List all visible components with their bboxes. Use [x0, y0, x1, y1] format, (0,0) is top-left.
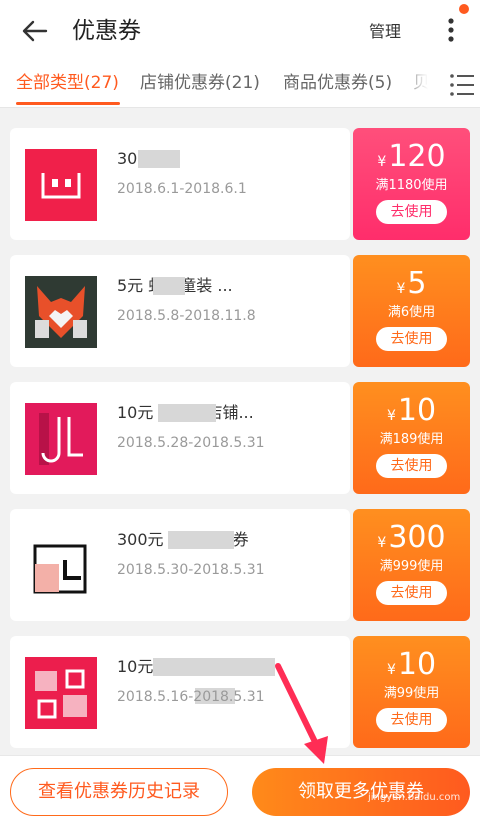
top-bar: 优惠券 管理	[0, 0, 480, 62]
coupon-type-tabs: 全部类型(27) 店铺优惠券(21) 商品优惠券(5) 贝	[0, 62, 480, 108]
coupon-card[interactable]: 300元 商品优惠券 2018.5.30-2018.5.31 ¥300 满999…	[10, 509, 470, 621]
bottom-action-bar: 查看优惠券历史记录 领取更多优惠券	[0, 755, 480, 825]
coupon-amount: 10	[397, 647, 437, 682]
tab-shop-coupons[interactable]: 店铺优惠券(21)	[140, 70, 260, 96]
view-coupon-history-button[interactable]: 查看优惠券历史记录	[10, 768, 228, 816]
coupon-card[interactable]: 5元 虾米童装 ... 2018.5.8-2018.11.8 ¥5 满6使用 去…	[10, 255, 470, 367]
watermark-text: jingyan.baidu.com	[368, 792, 461, 803]
coupon-name: 5元 虾米童装 ...	[117, 276, 233, 295]
coupon-value-panel: ¥300 满999使用 去使用	[353, 509, 470, 621]
coupon-value-panel: ¥5 满6使用 去使用	[353, 255, 470, 367]
coupon-date: 2018.5.16-2018.5.31	[117, 689, 265, 705]
redacted-text	[158, 404, 216, 422]
notification-dot	[459, 4, 469, 14]
coupon-condition: 满189使用	[379, 432, 444, 447]
use-coupon-button[interactable]: 去使用	[376, 708, 447, 732]
currency-symbol: ¥	[396, 281, 406, 297]
more-vertical-icon[interactable]	[441, 14, 461, 46]
list-menu-icon[interactable]	[448, 72, 476, 98]
use-coupon-button[interactable]: 去使用	[376, 200, 447, 224]
coupon-amount: 5	[407, 266, 427, 301]
currency-symbol: ¥	[377, 535, 387, 551]
currency-symbol: ¥	[377, 154, 387, 170]
coupon-condition: 满99使用	[383, 686, 440, 701]
page-title: 优惠券	[72, 18, 141, 44]
redacted-text	[153, 658, 275, 676]
redacted-text	[168, 531, 234, 549]
tab-fade	[400, 62, 440, 107]
coupon-amount: 300	[388, 520, 446, 555]
active-tab-indicator	[16, 102, 120, 105]
shop-logo	[25, 149, 97, 221]
coupon-date: 2018.5.30-2018.5.31	[117, 562, 265, 578]
tab-all-types[interactable]: 全部类型(27)	[16, 70, 119, 96]
coupon-info: 5元 虾米童装 ... 2018.5.8-2018.11.8	[10, 255, 350, 367]
coupon-name: 10元 旗舰店店铺...	[117, 403, 254, 422]
tab-product-coupons[interactable]: 商品优惠券(5)	[283, 70, 392, 96]
back-arrow-icon[interactable]	[20, 16, 50, 46]
redacted-text	[138, 150, 180, 168]
manage-button[interactable]: 管理	[369, 19, 401, 45]
coupon-date: 2018.6.1-2018.6.1	[117, 181, 247, 197]
shop-logo	[25, 276, 97, 348]
coupon-info: 300元 商品优惠券 2018.5.30-2018.5.31	[10, 509, 350, 621]
coupon-value-panel: ¥10 满99使用 去使用	[353, 636, 470, 748]
currency-symbol: ¥	[386, 408, 396, 424]
coupon-date: 2018.5.28-2018.5.31	[117, 435, 265, 451]
coupon-card[interactable]: 10元 店店铺... 2018.5.16-2018.5.31 ¥10 满99使用…	[10, 636, 470, 748]
coupon-condition: 满6使用	[387, 305, 436, 320]
currency-symbol: ¥	[386, 662, 396, 678]
coupon-card[interactable]: 10元 旗舰店店铺... 2018.5.28-2018.5.31 ¥10 满18…	[10, 382, 470, 494]
coupon-info: 10元 旗舰店店铺... 2018.5.28-2018.5.31	[10, 382, 350, 494]
coupon-condition: 满1180使用	[375, 178, 448, 193]
shop-logo	[25, 403, 97, 475]
coupon-date: 2018.5.8-2018.11.8	[117, 308, 256, 324]
use-coupon-button[interactable]: 去使用	[376, 327, 447, 351]
coupon-value-panel: ¥120 满1180使用 去使用	[353, 128, 470, 240]
coupon-value-panel: ¥10 满189使用 去使用	[353, 382, 470, 494]
coupon-amount: 10	[397, 393, 437, 428]
coupon-card[interactable]: 30 2018.6.1-2018.6.1 ¥120 满1180使用 去使用	[10, 128, 470, 240]
use-coupon-button[interactable]: 去使用	[376, 581, 447, 605]
use-coupon-button[interactable]: 去使用	[376, 454, 447, 478]
shop-logo	[25, 657, 97, 729]
coupon-info: 30 2018.6.1-2018.6.1	[10, 128, 350, 240]
coupon-info: 10元 店店铺... 2018.5.16-2018.5.31	[10, 636, 350, 748]
shop-logo	[25, 530, 97, 602]
coupon-condition: 满999使用	[379, 559, 444, 574]
coupon-amount: 120	[388, 139, 446, 174]
redacted-text	[153, 277, 185, 295]
